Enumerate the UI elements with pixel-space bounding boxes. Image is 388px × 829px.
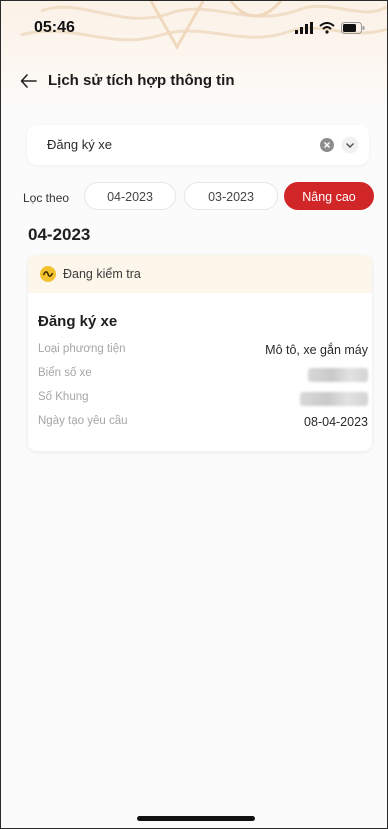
filter-chip-month-2[interactable]: 03-2023 — [184, 182, 278, 210]
status-icons — [295, 22, 365, 34]
clear-icon[interactable] — [319, 137, 335, 153]
filter-label: Lọc theo — [23, 191, 70, 205]
signal-icon — [295, 22, 313, 34]
home-indicator[interactable] — [137, 816, 255, 821]
detail-label: Loại phương tiện — [38, 343, 126, 355]
card-status-bar: Đang kiểm tra — [28, 255, 372, 293]
redacted-plate-number — [308, 368, 368, 382]
redacted-frame-number — [300, 392, 368, 406]
detail-row: Ngày tạo yêu cầu 08-04-2023 — [38, 415, 368, 433]
detail-row: Biển số xe — [38, 367, 368, 385]
detail-value: 08-04-2023 — [304, 415, 368, 429]
filter-chip-month-1[interactable]: 04-2023 — [84, 182, 176, 210]
battery-icon — [341, 22, 365, 34]
pending-status-icon — [40, 266, 56, 282]
app-screen: 05:46 Lịch sử tích hợp thông tin Đăng ký… — [0, 0, 388, 829]
chevron-down-icon[interactable] — [341, 136, 359, 154]
month-heading: 04-2023 — [28, 225, 91, 244]
page-title: Lịch sử tích hợp thông tin — [48, 72, 235, 89]
status-badge: Đang kiểm tra — [63, 267, 141, 281]
status-bar: 05:46 — [1, 1, 387, 51]
service-select-value: Đăng ký xe — [47, 137, 113, 152]
detail-row: Số Khung — [38, 391, 368, 409]
status-time: 05:46 — [34, 19, 75, 36]
advanced-filter-button[interactable]: Nâng cao — [284, 182, 374, 210]
detail-value: Mô tô, xe gắn máy — [265, 343, 368, 357]
back-arrow-icon[interactable] — [19, 71, 39, 91]
top-nav: Lịch sử tích hợp thông tin — [1, 63, 387, 99]
detail-label: Biển số xe — [38, 367, 92, 379]
service-select[interactable]: Đăng ký xe — [27, 125, 369, 165]
card-title: Đăng ký xe — [38, 313, 118, 330]
request-card[interactable]: Đang kiểm tra Đăng ký xe Loại phương tiệ… — [28, 255, 372, 451]
detail-row: Loại phương tiện Mô tô, xe gắn máy — [38, 343, 368, 361]
wifi-icon — [319, 22, 335, 34]
detail-label: Số Khung — [38, 391, 89, 403]
detail-label: Ngày tạo yêu cầu — [38, 415, 128, 427]
filter-row: Lọc theo 04-2023 03-2023 Nâng cao — [1, 182, 387, 212]
